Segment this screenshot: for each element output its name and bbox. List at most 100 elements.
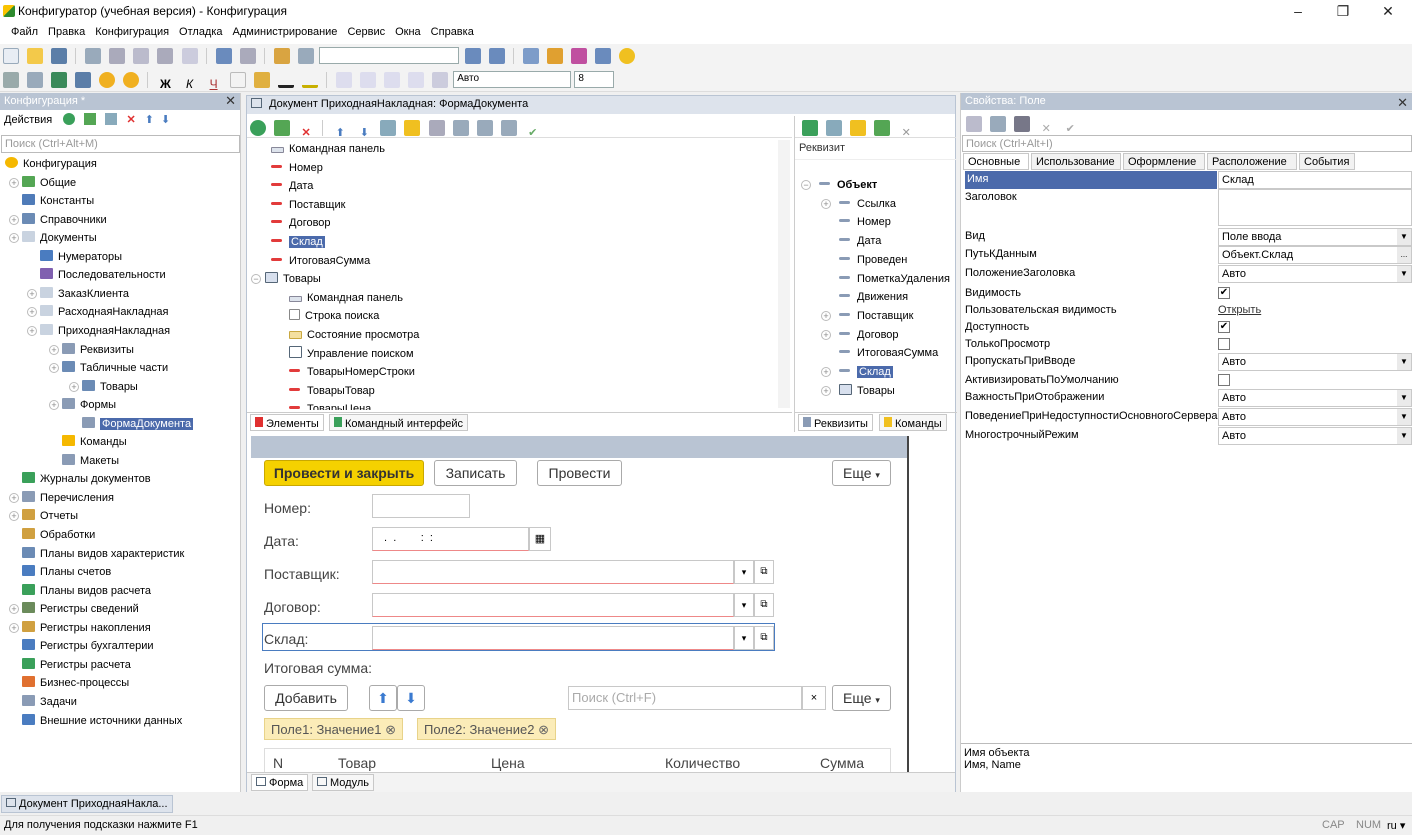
attribute-item[interactable]: + Договор bbox=[821, 326, 899, 344]
expand-icon[interactable]: + bbox=[9, 214, 19, 225]
undo-icon[interactable] bbox=[215, 48, 232, 64]
find-next-icon[interactable] bbox=[465, 48, 481, 64]
delete-icon[interactable]: ✕ bbox=[126, 114, 135, 126]
tree-item[interactable]: Последовательности bbox=[40, 266, 166, 284]
post-button[interactable]: Провести bbox=[537, 460, 622, 486]
window-tab-document[interactable]: Документ ПриходнаяНакла... bbox=[1, 795, 173, 813]
tree-item[interactable]: + Регистры сведений bbox=[9, 600, 139, 618]
contract-dropdown-icon[interactable]: ▾ bbox=[734, 593, 754, 617]
tree-item[interactable]: + Товары bbox=[69, 378, 138, 396]
expand-icon[interactable]: + bbox=[821, 310, 831, 321]
new-icon[interactable] bbox=[3, 48, 19, 64]
menu-item-7[interactable]: Справка bbox=[426, 24, 479, 40]
move-up-row-icon[interactable]: ⬆ bbox=[369, 685, 397, 711]
tree-item[interactable]: + Регистры накопления bbox=[9, 619, 151, 637]
element-item[interactable]: ТоварыНомерСтроки bbox=[289, 363, 415, 381]
add-field-icon[interactable] bbox=[428, 120, 445, 136]
element-item[interactable]: Состояние просмотра bbox=[289, 326, 419, 344]
tree-item[interactable]: Планы видов характеристик bbox=[22, 545, 184, 563]
tab-elements[interactable]: Элементы bbox=[250, 414, 324, 431]
expand-icon[interactable]: + bbox=[9, 511, 19, 522]
window-icon[interactable] bbox=[523, 48, 540, 64]
element-item[interactable]: ТоварыТовар bbox=[289, 382, 375, 400]
attribute-item[interactable]: ПометкаУдаления bbox=[839, 270, 950, 288]
tree-item[interactable]: + Общие bbox=[9, 174, 76, 192]
filter-chip-2[interactable]: Поле2: Значение2 ⊗ bbox=[417, 718, 556, 740]
element-item[interactable]: Командная панель bbox=[271, 140, 385, 158]
cut-icon[interactable] bbox=[85, 48, 102, 64]
group-icon[interactable] bbox=[380, 120, 397, 136]
property-checkbox[interactable] bbox=[1218, 338, 1230, 350]
menu-item-6[interactable]: Окна bbox=[390, 24, 426, 40]
tab-attributes[interactable]: Реквизиты bbox=[798, 414, 873, 431]
tree-item[interactable]: Нумераторы bbox=[40, 248, 122, 266]
tree-item[interactable]: Регистры бухгалтерии bbox=[22, 637, 154, 655]
tree-item[interactable]: + ЗаказКлиента bbox=[27, 285, 129, 303]
property-value[interactable]: Авто ▼ bbox=[1218, 389, 1412, 407]
property-value[interactable]: Объект.Склад... bbox=[1218, 246, 1412, 264]
property-value[interactable]: Авто ▼ bbox=[1218, 427, 1412, 445]
column-quantity[interactable]: Количество bbox=[665, 755, 740, 771]
expand-icon[interactable]: + bbox=[27, 307, 37, 318]
element-item[interactable]: ТоварыЦена bbox=[289, 400, 371, 410]
dropdown-icon[interactable]: ▼ bbox=[1397, 409, 1411, 425]
expand-icon[interactable] bbox=[500, 120, 517, 136]
prop-tab[interactable]: Оформление bbox=[1123, 153, 1205, 170]
bg-color-icon[interactable] bbox=[301, 72, 318, 88]
property-value[interactable]: Склад bbox=[1218, 171, 1412, 189]
categories-icon[interactable] bbox=[990, 116, 1007, 132]
more-button[interactable]: Еще ▾ bbox=[832, 460, 891, 486]
fill-icon[interactable] bbox=[253, 72, 270, 88]
expand-icon[interactable]: − bbox=[801, 180, 811, 190]
add-row-button[interactable]: Добавить bbox=[264, 685, 348, 711]
tab-commands[interactable]: Команды bbox=[879, 414, 947, 431]
tree-item[interactable]: Внешние источники данных bbox=[22, 712, 182, 730]
tree-item[interactable]: Бизнес-процессы bbox=[22, 674, 129, 692]
table-icon[interactable] bbox=[75, 72, 92, 88]
expand-icon[interactable]: + bbox=[821, 385, 831, 396]
expand-icon[interactable]: + bbox=[49, 400, 59, 411]
font-combo[interactable]: Авто bbox=[453, 71, 572, 88]
attribute-item[interactable]: Номер bbox=[839, 213, 891, 231]
actions-menu[interactable]: Действия bbox=[4, 114, 52, 126]
dropdown-icon[interactable]: ▼ bbox=[1397, 390, 1411, 406]
clear-search-icon[interactable]: × bbox=[802, 686, 826, 710]
tree-item[interactable]: Конфигурация bbox=[5, 155, 97, 173]
tree-item[interactable]: ФормаДокумента bbox=[82, 415, 194, 433]
column-n[interactable]: N bbox=[273, 755, 283, 771]
expand-icon[interactable]: + bbox=[821, 367, 831, 377]
attribute-item[interactable]: Движения bbox=[839, 288, 908, 306]
sort-icon[interactable] bbox=[966, 116, 982, 132]
property-checkbox[interactable]: ✔ bbox=[1218, 287, 1230, 299]
property-value[interactable] bbox=[1218, 189, 1412, 226]
move-down-icon[interactable]: ⬇ bbox=[161, 114, 170, 126]
element-item[interactable]: Поставщик bbox=[271, 196, 345, 214]
tree-item[interactable]: + Табличные части bbox=[49, 359, 168, 377]
attr-table-icon[interactable] bbox=[826, 120, 843, 136]
bold-icon[interactable]: Ж bbox=[157, 77, 173, 93]
preview-icon[interactable] bbox=[181, 48, 198, 64]
edit-icon[interactable] bbox=[84, 113, 97, 125]
expand-icon[interactable]: + bbox=[9, 604, 19, 615]
element-item[interactable]: Строка поиска bbox=[289, 307, 379, 325]
post-and-close-button[interactable]: Провести и закрыть bbox=[264, 460, 424, 486]
language-indicator[interactable]: ru ▾ bbox=[1387, 819, 1405, 832]
elements-scrollbar[interactable] bbox=[778, 140, 790, 408]
property-value[interactable]: Поле ввода ▼ bbox=[1218, 228, 1412, 246]
picture-icon[interactable] bbox=[476, 120, 493, 136]
debug-icon[interactable] bbox=[547, 48, 564, 64]
prop-tab[interactable]: Расположение bbox=[1207, 153, 1297, 170]
expand-icon[interactable]: + bbox=[27, 325, 37, 336]
properties-search-input[interactable]: Поиск (Ctrl+Alt+I) bbox=[962, 135, 1412, 152]
prop-tab[interactable]: Основные bbox=[963, 153, 1029, 170]
copy-icon[interactable] bbox=[109, 48, 126, 64]
element-item[interactable]: Договор bbox=[271, 214, 331, 232]
close-icon[interactable]: ✕ bbox=[225, 93, 236, 109]
close-icon[interactable]: ✕ bbox=[1397, 95, 1408, 111]
text-color-icon[interactable] bbox=[277, 72, 294, 88]
write-button[interactable]: Записать bbox=[434, 460, 517, 486]
properties-icon[interactable] bbox=[27, 72, 44, 88]
find-prev-icon[interactable] bbox=[489, 48, 506, 64]
redo-icon[interactable] bbox=[239, 48, 256, 64]
tree-item[interactable]: Обработки bbox=[22, 526, 95, 544]
